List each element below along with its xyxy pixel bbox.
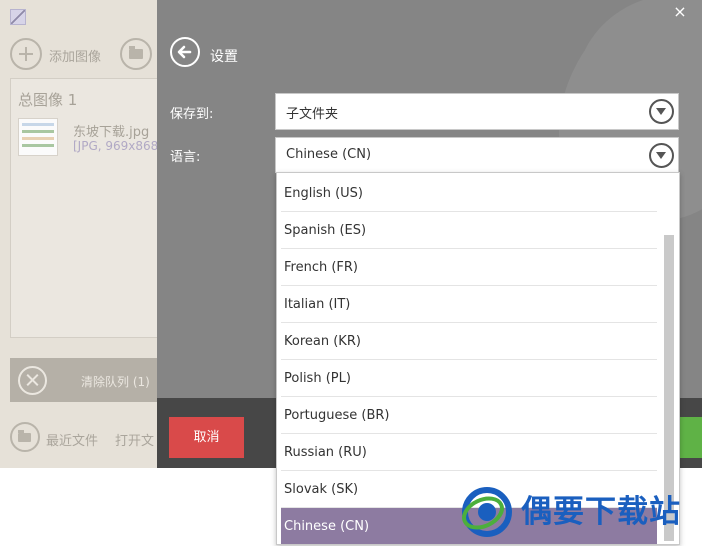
- site-watermark: 偶要下载站: [457, 483, 697, 543]
- language-option-label: English (US): [284, 186, 363, 201]
- language-option-label: Portuguese (BR): [284, 408, 390, 423]
- language-option-label: Chinese (CN): [284, 519, 370, 534]
- main-app-panel: 添加图像 总图像 1 东坡下载.jpg [JPG, 969x868, 清除队列 …: [0, 0, 157, 468]
- language-option[interactable]: English (US): [281, 175, 657, 212]
- language-option[interactable]: Portuguese (BR): [281, 397, 657, 434]
- queue-title: 总图像 1: [18, 91, 78, 109]
- queue-file-name: 东坡下载.jpg: [73, 125, 150, 140]
- language-value: Chinese (CN): [286, 147, 372, 162]
- language-option-label: Russian (RU): [284, 445, 367, 460]
- clear-queue-label: 清除队列 (1): [81, 375, 150, 389]
- language-option-label: Slovak (SK): [284, 482, 359, 497]
- language-option[interactable]: Spanish (ES): [281, 212, 657, 249]
- save-to-value: 子文件夹: [286, 107, 339, 122]
- add-image-icon[interactable]: [10, 38, 42, 70]
- cancel-button[interactable]: 取消: [169, 417, 244, 458]
- close-icon[interactable]: ×: [672, 4, 688, 20]
- save-to-select[interactable]: 子文件夹: [275, 93, 679, 130]
- open-file-link[interactable]: 打开文: [115, 430, 154, 449]
- folder-icon: [129, 46, 143, 59]
- language-label: 语言:: [170, 150, 201, 165]
- queue-file-meta: [JPG, 969x868,: [73, 139, 157, 153]
- watermark-text: 偶要下载站: [521, 494, 681, 530]
- settings-title: 设置: [210, 49, 238, 65]
- confirm-button[interactable]: [677, 417, 702, 458]
- open-folder-button[interactable]: [120, 38, 152, 70]
- language-option[interactable]: French (FR): [281, 249, 657, 286]
- language-option[interactable]: Italian (IT): [281, 286, 657, 323]
- language-option-label: Polish (PL): [284, 371, 351, 386]
- image-thumbnail[interactable]: [18, 118, 58, 156]
- language-option[interactable]: Korean (KR): [281, 323, 657, 360]
- clear-queue-button[interactable]: 清除队列 (1): [10, 358, 157, 402]
- language-option-label: Italian (IT): [284, 297, 351, 312]
- recent-files-icon[interactable]: [10, 422, 40, 452]
- chevron-down-icon[interactable]: [649, 99, 674, 124]
- back-button[interactable]: [170, 37, 200, 67]
- language-option-label: French (FR): [284, 260, 359, 275]
- language-option[interactable]: Russian (RU): [281, 434, 657, 471]
- watermark-logo-icon: [462, 487, 512, 537]
- language-option-label: Korean (KR): [284, 334, 361, 349]
- language-select[interactable]: Chinese (CN): [275, 137, 679, 173]
- add-image-label[interactable]: 添加图像: [49, 46, 101, 65]
- app-logo-icon: [10, 9, 26, 25]
- clear-icon: [18, 366, 47, 395]
- chevron-down-icon[interactable]: [649, 143, 674, 168]
- image-queue-panel: 总图像 1 东坡下载.jpg [JPG, 969x868,: [10, 78, 157, 338]
- recent-files-link[interactable]: 最近文件: [46, 430, 98, 449]
- back-arrow-icon: [177, 45, 192, 59]
- language-option-label: Spanish (ES): [284, 223, 367, 238]
- save-to-label: 保存到:: [170, 107, 214, 122]
- language-option[interactable]: Polish (PL): [281, 360, 657, 397]
